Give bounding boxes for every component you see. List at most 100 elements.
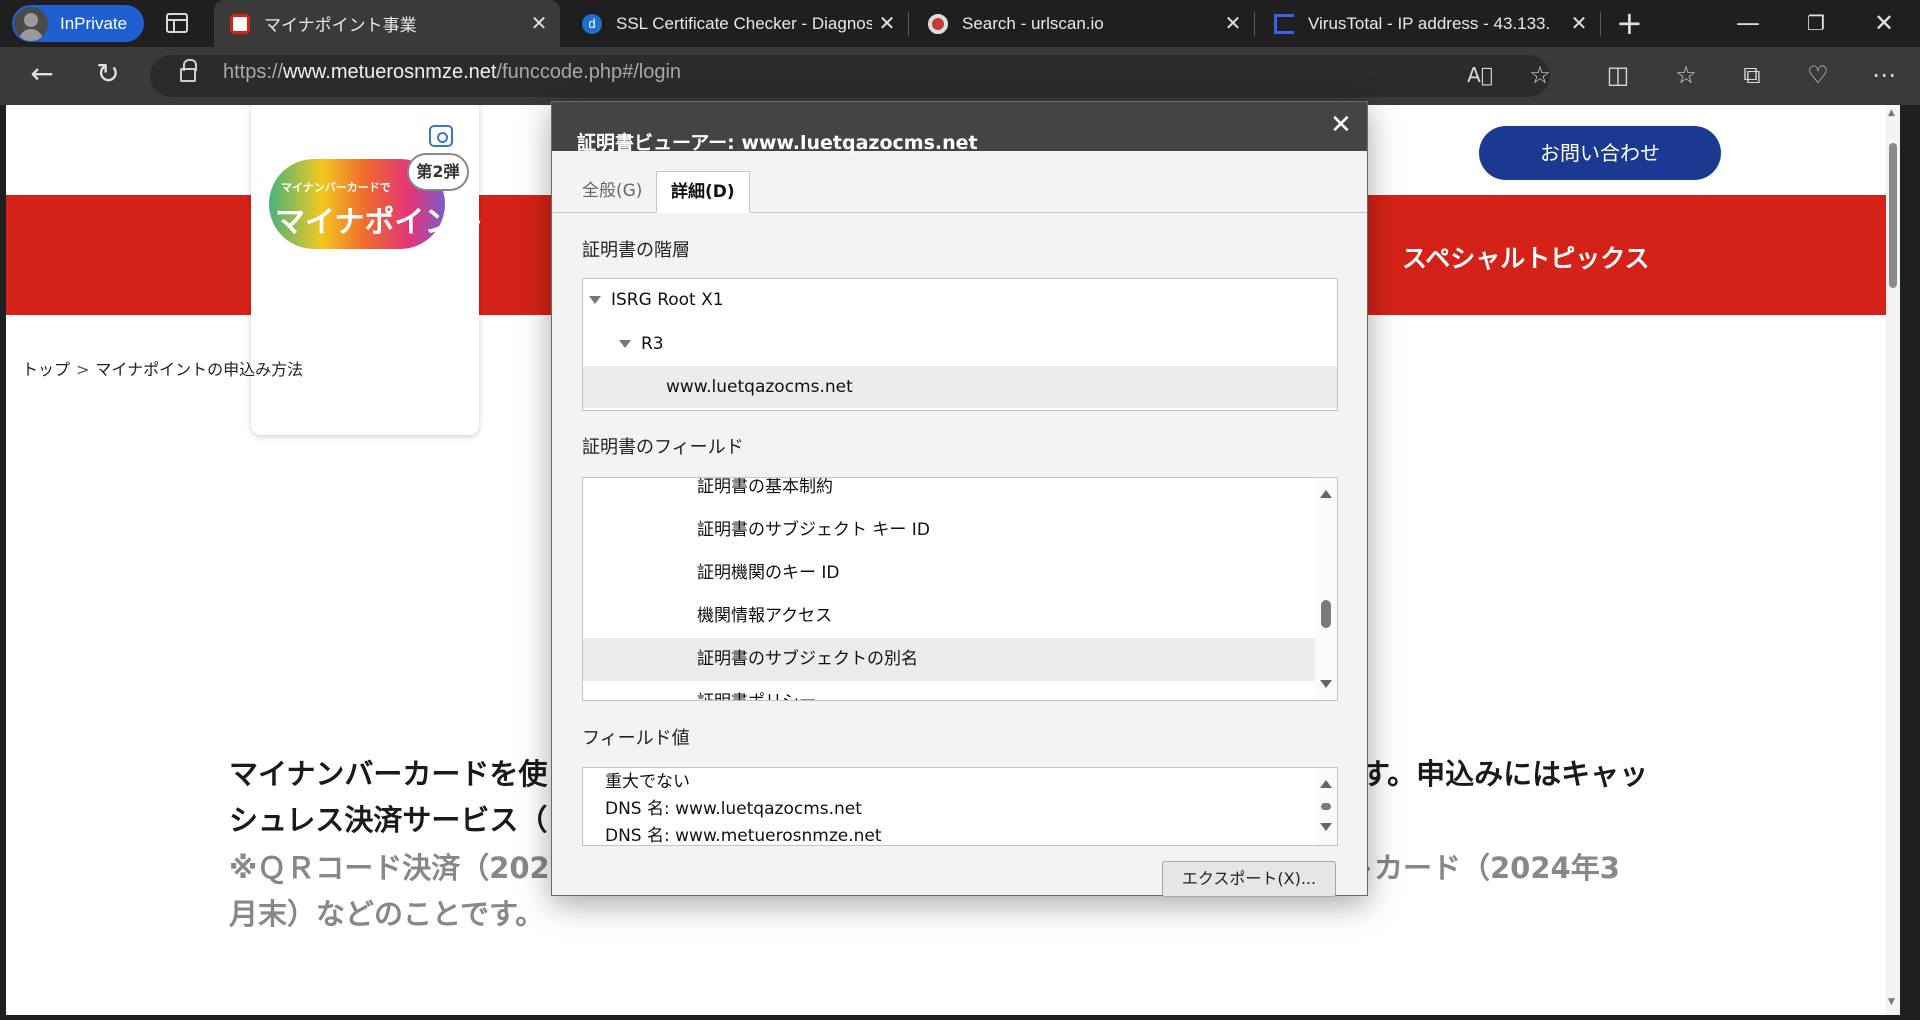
tab-virustotal[interactable]: VirusTotal - IP address - 43.133. ✕: [1258, 0, 1600, 47]
close-tab-icon[interactable]: ✕: [1564, 11, 1594, 36]
visual-search-icon[interactable]: [429, 125, 453, 147]
tree-item-leaf[interactable]: www.luetqazocms.net: [583, 366, 1337, 408]
certificate-hierarchy-tree: ISRG Root X1 R3 www.luetqazocms.net: [582, 278, 1338, 411]
new-tab-icon[interactable]: +: [1616, 7, 1643, 39]
field-item-selected[interactable]: 証明書のサブジェクトの別名: [583, 638, 1315, 681]
tab-title: SSL Certificate Checker - Diagnostic: [616, 13, 872, 33]
tab-separator: [1600, 12, 1601, 36]
tree-item-intermediate[interactable]: R3: [583, 323, 1337, 365]
body-text-line2: シュレス決済サービス（: [229, 803, 548, 837]
tree-item-label: ISRG Root X1: [611, 290, 724, 310]
scroll-up-icon[interactable]: [1320, 780, 1332, 788]
fields-scrollbar[interactable]: [1315, 478, 1337, 700]
url-prefix: https://: [223, 61, 284, 83]
fields-scrollbar-thumb[interactable]: [1321, 600, 1331, 628]
url-text[interactable]: https://www.metuerosnmze.net/funccode.ph…: [223, 61, 681, 84]
virustotal-favicon-icon: [1274, 13, 1294, 34]
close-dialog-icon[interactable]: ✕: [1330, 110, 1352, 140]
tab-urlscan[interactable]: Search - urlscan.io ✕: [912, 0, 1254, 47]
minimize-icon[interactable]: —: [1718, 6, 1778, 40]
tab-title: マイナポイント事業: [264, 16, 417, 35]
browser-essentials-icon[interactable]: ♡: [1800, 62, 1836, 88]
expand-triangle-icon[interactable]: [589, 296, 601, 304]
tree-item-label: www.luetqazocms.net: [666, 377, 853, 397]
field-item[interactable]: 証明書ポリシー: [583, 681, 1315, 700]
favorites-list-icon[interactable]: ☆: [1668, 62, 1704, 88]
certificate-fields-list: 証明書の基本制約 証明書のサブジェクト キー ID 証明機関のキー ID 機関情…: [582, 477, 1338, 701]
dialog-tabs: 全般(G) 詳細(D): [552, 151, 1367, 213]
inprivate-label: InPrivate: [60, 13, 128, 33]
close-tab-icon[interactable]: ✕: [1218, 11, 1248, 36]
field-value-line: DNS 名: www.luetqazocms.net: [605, 799, 862, 819]
tab-ssl-checker[interactable]: d SSL Certificate Checker - Diagnostic ✕: [566, 0, 908, 47]
breadcrumb-current: マイナポイントの申込み方法: [95, 360, 304, 379]
url-domain: www.metuerosnmze.net: [283, 61, 497, 83]
scroll-down-icon[interactable]: [1320, 680, 1332, 688]
body-text-line1: マイナンバーカードを使: [229, 757, 548, 791]
logo-subtext: マイナンバーカードで: [281, 181, 391, 194]
tab-separator: [908, 12, 909, 36]
profile-avatar-icon: [14, 6, 48, 41]
special-topics-link[interactable]: スペシャルトピックス: [1402, 239, 1650, 275]
breadcrumb-separator: >: [76, 360, 90, 379]
dialog-title-bar: 証明書ビューアー: www.luetqazocms.net ✕: [552, 102, 1367, 154]
hierarchy-label: 証明書の階層: [582, 240, 690, 261]
scroll-down-icon[interactable]: ▼: [1888, 997, 1895, 1007]
fields-label: 証明書のフィールド: [582, 437, 744, 458]
page-scrollbar[interactable]: ▲ ▼: [1886, 105, 1900, 1015]
tree-item-label: R3: [641, 334, 664, 354]
minapoint-favicon-icon: [230, 13, 250, 34]
more-options-icon[interactable]: ⋯: [1866, 62, 1902, 88]
certificate-viewer-dialog: 証明書ビューアー: www.luetqazocms.net ✕ 全般(G) 詳細…: [551, 101, 1368, 897]
tab-separator: [1254, 12, 1255, 36]
tab-actions-icon[interactable]: [166, 13, 188, 33]
logo-text: マイナポイント: [275, 205, 485, 240]
minapoint-logo-card[interactable]: マイナンバーカードで マイナポイント 第2弾: [251, 105, 484, 435]
field-value-label: フィールド値: [582, 728, 690, 749]
field-value-line: DNS 名: www.metuerosnmze.net: [605, 826, 882, 846]
value-scrollbar[interactable]: [1315, 768, 1337, 845]
tab-minapoint[interactable]: マイナポイント事業 ✕: [214, 0, 560, 47]
restore-icon[interactable]: ❐: [1786, 6, 1846, 40]
inprivate-profile-button[interactable]: InPrivate: [12, 5, 144, 42]
tab-title: Search - urlscan.io: [962, 13, 1104, 33]
scroll-up-icon[interactable]: [1320, 490, 1332, 498]
tree-item-root[interactable]: ISRG Root X1: [583, 279, 1337, 321]
field-item[interactable]: 機関情報アクセス: [583, 595, 1315, 638]
lock-icon[interactable]: [180, 59, 197, 82]
digicert-favicon-icon: d: [582, 13, 602, 34]
field-item[interactable]: 証明書のサブジェクト キー ID: [583, 509, 1315, 552]
read-aloud-icon[interactable]: A᳸: [1462, 62, 1498, 88]
collections-icon[interactable]: ⧉: [1734, 62, 1770, 88]
contact-button[interactable]: お問い合わせ: [1479, 126, 1721, 180]
breadcrumb-home[interactable]: トップ: [22, 360, 70, 379]
body-text-line1-tail: す。申込みにはキャッ: [1361, 757, 1649, 791]
tab-details[interactable]: 詳細(D): [656, 171, 750, 213]
expand-triangle-icon[interactable]: [619, 340, 631, 348]
split-screen-icon[interactable]: ◫: [1600, 62, 1636, 88]
export-button[interactable]: エクスポート(X)...: [1162, 861, 1336, 897]
close-window-icon[interactable]: ✕: [1854, 6, 1914, 40]
refresh-icon[interactable]: ↻: [88, 59, 128, 89]
back-arrow-icon[interactable]: ←: [22, 59, 62, 89]
scroll-down-icon[interactable]: [1320, 823, 1332, 831]
tab-title: VirusTotal - IP address - 43.133.: [1308, 13, 1551, 33]
logo-badge: 第2弾: [407, 153, 469, 191]
body-note-line1-tail: トカード（2024年3: [1345, 851, 1620, 885]
close-tab-icon[interactable]: ✕: [872, 11, 902, 36]
favorite-star-icon[interactable]: ☆: [1522, 62, 1558, 88]
field-item[interactable]: 証明機関のキー ID: [583, 552, 1315, 595]
url-path: /funccode.php#/login: [496, 61, 682, 83]
urlscan-favicon-icon: [928, 13, 948, 34]
field-value-box[interactable]: 重大でない DNS 名: www.luetqazocms.net DNS 名: …: [582, 767, 1338, 846]
value-scrollbar-thumb[interactable]: [1321, 803, 1331, 810]
scroll-up-icon[interactable]: ▲: [1888, 108, 1895, 118]
tab-general[interactable]: 全般(G): [568, 171, 656, 213]
body-note-line2: 月末）などのことです。: [229, 897, 545, 931]
field-value-line: 重大でない: [605, 772, 690, 792]
browser-tab-strip: InPrivate マイナポイント事業 ✕ d SSL Certificate …: [0, 0, 1920, 47]
close-tab-icon[interactable]: ✕: [524, 11, 554, 36]
field-item[interactable]: 証明書の基本制約: [583, 478, 1315, 509]
page-scrollbar-thumb[interactable]: [1889, 143, 1897, 288]
body-note-line1: ※ＱＲコード決済（202: [229, 851, 550, 885]
